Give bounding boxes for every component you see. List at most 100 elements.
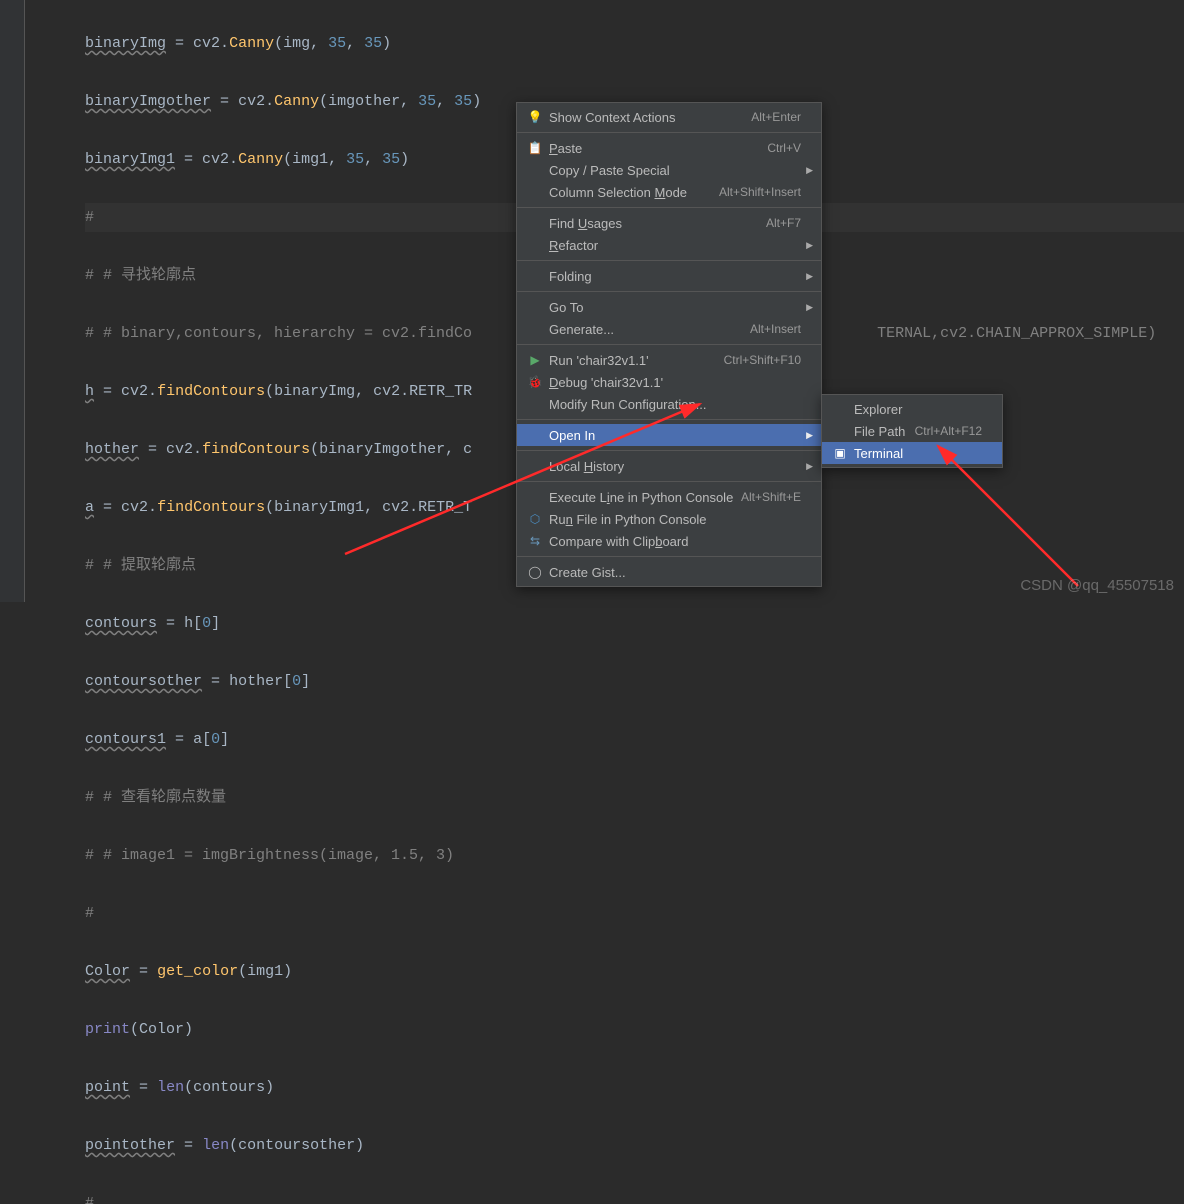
comment: # # 寻找轮廓点 [85,267,196,284]
separator [517,419,821,420]
expr: h[ [184,615,202,632]
menu-show-context-actions[interactable]: 💡 Show Context Actions Alt+Enter [517,106,821,128]
label: Open In [545,428,801,443]
br: ] [301,673,310,690]
var: pointother [85,1137,175,1154]
len: len [157,1079,184,1096]
arg: img [283,35,310,52]
menu-generate[interactable]: Generate... Alt+Insert [517,318,821,340]
menu-create-gist[interactable]: ◯ Create Gist... [517,561,821,583]
separator [517,260,821,261]
shortcut: Alt+Insert [750,322,801,336]
chevron-right-icon: ▶ [806,302,813,313]
shortcut: Ctrl+Alt+F12 [915,424,982,438]
menu-open-in[interactable]: Open In ▶ [517,424,821,446]
menu-run[interactable]: ▶ Run 'chair32v1.1' Ctrl+Shift+F10 [517,349,821,371]
menu-modify-run-config[interactable]: Modify Run Configuration... [517,393,821,415]
menu-copy-paste-special[interactable]: Copy / Paste Special ▶ [517,159,821,181]
num: 0 [202,615,211,632]
label: Debug 'chair32v1.1' [545,375,801,390]
fn: Canny [274,93,319,110]
expr: hother[ [229,673,292,690]
label: Create Gist... [545,565,801,580]
fn: Canny [238,151,283,168]
label: Explorer [850,402,982,417]
args: (binaryImg1, cv2.RETR_T [265,499,472,516]
menu-local-history[interactable]: Local History ▶ [517,455,821,477]
separator [517,344,821,345]
fn: findContours [202,441,310,458]
var: contoursother [85,673,202,690]
shortcut: Alt+F7 [766,216,801,230]
num: 0 [211,731,220,748]
shortcut: Alt+Enter [751,110,801,124]
python-icon: ⬡ [525,512,545,526]
label: Go To [545,300,801,315]
menu-find-usages[interactable]: Find Usages Alt+F7 [517,212,821,234]
shortcut: Alt+Shift+E [741,490,801,504]
label: Find Usages [545,216,766,231]
args: (contoursother) [229,1137,364,1154]
chevron-right-icon: ▶ [806,240,813,251]
debug-icon: 🐞 [525,375,545,389]
label: Run File in Python Console [545,512,801,527]
label: File Path [850,424,915,439]
separator [517,207,821,208]
chevron-right-icon: ▶ [806,271,813,282]
menu-run-file-console[interactable]: ⬡ Run File in Python Console [517,508,821,530]
len: len [202,1137,229,1154]
shortcut: Ctrl+V [767,141,801,155]
br: ] [220,731,229,748]
num: 35 [328,35,346,52]
comment: # # image1 = imgBrightness(image, 1.5, 3… [85,847,454,864]
label: Modify Run Configuration... [545,397,801,412]
separator [517,556,821,557]
label: Local History [545,459,801,474]
fn: findContours [157,383,265,400]
submenu-explorer[interactable]: Explorer [822,398,1002,420]
fn: get_color [157,963,238,980]
num: 35 [454,93,472,110]
menu-column-selection[interactable]: Column Selection Mode Alt+Shift+Insert [517,181,821,203]
shortcut: Alt+Shift+Insert [719,185,801,199]
num: 35 [382,151,400,168]
var: contours [85,615,157,632]
menu-paste[interactable]: 📋 Paste Ctrl+V [517,137,821,159]
arg: img1 [292,151,328,168]
comment: # # 查看轮廓点数量 [85,789,226,806]
args: (binaryImgother, c [310,441,472,458]
shortcut: Ctrl+Shift+F10 [724,353,801,367]
gutter [0,0,25,602]
num: 35 [346,151,364,168]
var: a [85,499,94,516]
fn-canny: Canny [229,35,274,52]
var-binaryImg: binaryImg [85,35,166,52]
menu-compare-clipboard[interactable]: ⇆ Compare with Clipboard [517,530,821,552]
context-menu: 💡 Show Context Actions Alt+Enter 📋 Paste… [516,102,822,587]
menu-debug[interactable]: 🐞 Debug 'chair32v1.1' [517,371,821,393]
submenu-file-path[interactable]: File Path Ctrl+Alt+F12 [822,420,1002,442]
label: Show Context Actions [545,110,751,125]
open-in-submenu: Explorer File Path Ctrl+Alt+F12 ▣ Termin… [821,394,1003,468]
label: Folding [545,269,801,284]
var: hother [85,441,139,458]
separator [517,291,821,292]
menu-refactor[interactable]: Refactor ▶ [517,234,821,256]
var: contours1 [85,731,166,748]
bulb-icon: 💡 [525,110,545,124]
chevron-right-icon: ▶ [806,165,813,176]
menu-execute-line[interactable]: Execute Line in Python Console Alt+Shift… [517,486,821,508]
menu-goto[interactable]: Go To ▶ [517,296,821,318]
comment: # # 提取轮廓点 [85,557,196,574]
comment: # [85,905,94,922]
paste-icon: 📋 [525,141,545,155]
separator [517,132,821,133]
fn: findContours [157,499,265,516]
label: Generate... [545,322,750,337]
menu-folding[interactable]: Folding ▶ [517,265,821,287]
separator [517,481,821,482]
num: 35 [418,93,436,110]
separator [517,450,821,451]
compare-icon: ⇆ [525,534,545,548]
submenu-terminal[interactable]: ▣ Terminal [822,442,1002,464]
